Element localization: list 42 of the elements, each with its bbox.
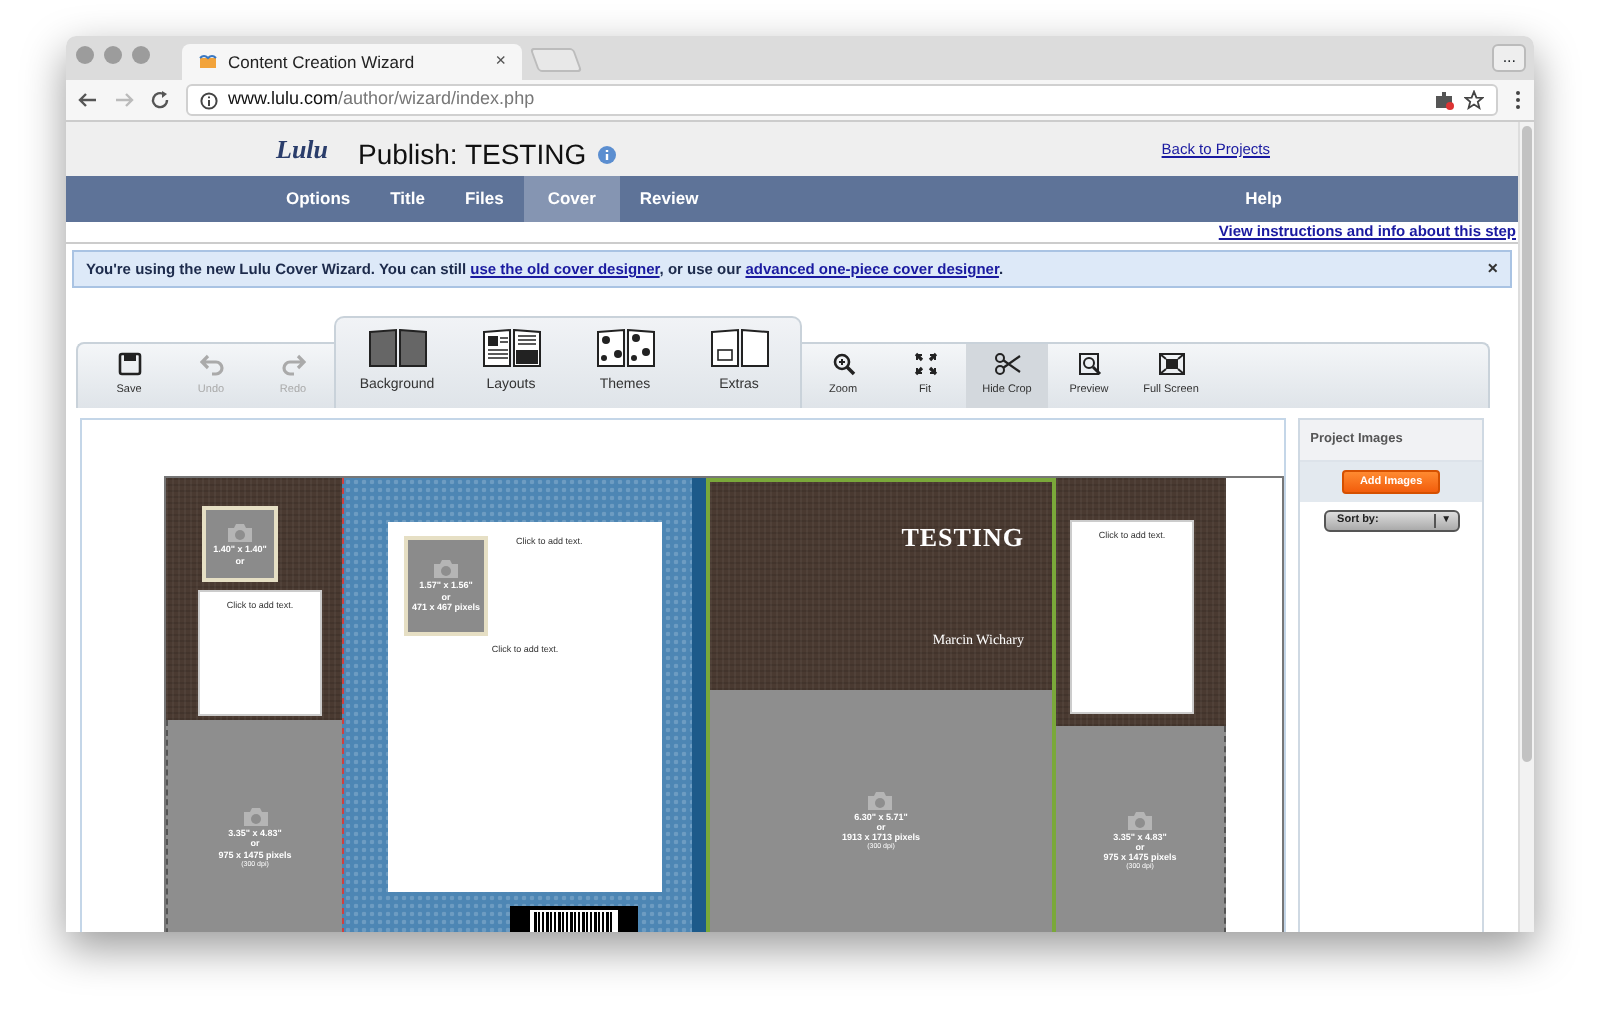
back-arrow-icon[interactable] xyxy=(78,90,98,110)
open-book-icon xyxy=(595,328,655,369)
book-icon xyxy=(198,54,218,70)
open-book-icon xyxy=(709,328,769,369)
scrollbar-thumb[interactable] xyxy=(1522,126,1532,762)
camera-icon xyxy=(866,789,895,812)
info-icon xyxy=(200,91,218,109)
camera-icon xyxy=(1126,809,1154,832)
camera-icon xyxy=(226,521,254,544)
maximize-window-button[interactable] xyxy=(132,45,150,63)
nav-tab[interactable]: Files xyxy=(444,176,524,222)
nav-tab[interactable]: Help xyxy=(1225,176,1302,222)
minimize-window-button[interactable] xyxy=(104,45,122,63)
cover-title[interactable]: TESTING xyxy=(901,518,1024,557)
browser-menu-button[interactable]: ... xyxy=(1492,44,1526,72)
camera-icon xyxy=(432,557,460,580)
zoom-in-icon xyxy=(831,352,855,377)
reload-icon[interactable] xyxy=(150,90,170,110)
nav-tab[interactable]: Title xyxy=(370,176,445,222)
open-book-icon xyxy=(481,328,541,369)
scissors-icon xyxy=(993,352,1021,377)
nav-tab[interactable]: Review xyxy=(619,176,719,222)
undo-icon xyxy=(199,352,223,377)
star-icon[interactable] xyxy=(1464,90,1484,110)
browser-tab[interactable]: Content Creation Wizard × xyxy=(182,44,522,80)
magnifier-page-icon xyxy=(1077,352,1101,377)
kebab-menu-icon[interactable] xyxy=(1514,90,1522,110)
address-bar[interactable]: www.lulu.com/author/wizard/index.php xyxy=(186,84,1498,116)
fit-arrows-icon xyxy=(913,352,937,377)
open-book-icon xyxy=(367,328,427,369)
logo[interactable]: Lulu xyxy=(276,129,329,169)
forward-arrow-icon[interactable] xyxy=(114,90,134,110)
nav-tab[interactable]: Options xyxy=(266,176,371,222)
puzzle-icon[interactable] xyxy=(1434,90,1454,110)
close-button[interactable]: × xyxy=(1487,255,1498,283)
close-window-button[interactable] xyxy=(76,45,94,63)
close-tab-button[interactable]: × xyxy=(495,48,506,76)
page-title: Publish: TESTING xyxy=(358,136,587,174)
fullscreen-icon xyxy=(1157,352,1185,377)
camera-icon xyxy=(241,806,269,829)
info-icon[interactable] xyxy=(598,146,617,164)
redo-icon xyxy=(281,352,305,377)
